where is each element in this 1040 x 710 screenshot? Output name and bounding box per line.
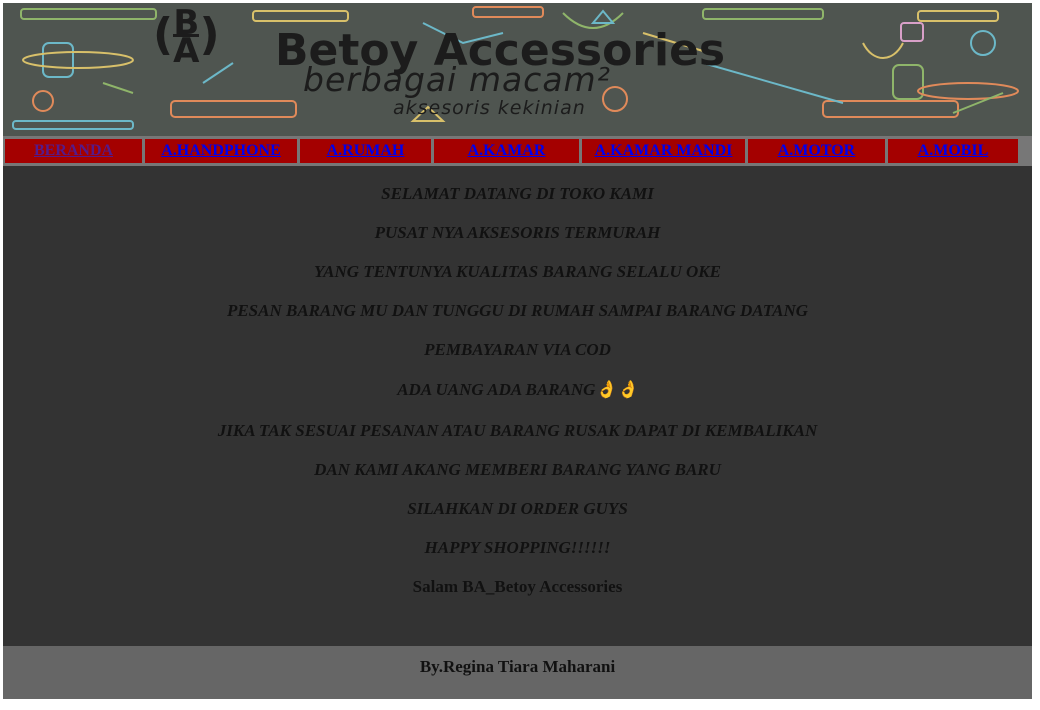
nav-item-rumah[interactable]: A.RUMAH [300,139,431,163]
return-line: JIKA TAK SESUAI PESANAN ATAU BARANG RUSA… [217,421,818,440]
footer: By.Regina Tiara Maharani [3,646,1032,699]
quality-line: YANG TENTUNYA KUALITAS BARANG SELALU OKE [314,262,721,281]
nav-item-kamar-mandi[interactable]: A.KAMAR MANDI [582,139,745,163]
closing-line: Salam BA_Betoy Accessories [412,577,623,596]
tagline-line: PUSAT NYA AKSESORIS TERMURAH [374,223,661,242]
money-line: ADA UANG ADA BARANG👌👌 [397,380,638,399]
replacement-line: DAN KAMI AKANG MEMBERI BARANG YANG BARU [314,460,721,479]
logo-tagline: aksesoris kekinian [393,97,586,119]
footer-credit: By.Regina Tiara Maharani [419,657,616,676]
page: (B A) Betoy Accessories berbagai macam² a… [3,3,1032,699]
nav-item-handphone[interactable]: A.HANDPHONE [145,139,297,163]
logo-mark: (B A) [153,3,220,71]
main-content: SELAMAT DATANG DI TOKO KAMI PUSAT NYA AK… [3,166,1032,646]
order-invite-line: SILAHKAN DI ORDER GUYS [407,499,628,518]
payment-line: PEMBAYARAN VIA COD [424,340,611,359]
happy-shopping-line: HAPPY SHOPPING!!!!!! [424,538,611,557]
header-banner: (B A) Betoy Accessories berbagai macam² a… [3,3,1032,136]
order-line: PESAN BARANG MU DAN TUNGGU DI RUMAH SAMP… [226,301,809,320]
nav-item-beranda[interactable]: BERANDA [5,139,142,163]
nav-item-mobil[interactable]: A.MOBIL [888,139,1018,163]
nav-item-motor[interactable]: A.MOTOR [748,139,885,163]
nav-item-kamar[interactable]: A.KAMAR [434,139,579,163]
main-nav: BERANDA A.HANDPHONE A.RUMAH A.KAMAR A.KA… [3,136,1032,166]
logo-subtitle: berbagai macam² [303,60,611,99]
welcome-line: SELAMAT DATANG DI TOKO KAMI [381,184,654,203]
